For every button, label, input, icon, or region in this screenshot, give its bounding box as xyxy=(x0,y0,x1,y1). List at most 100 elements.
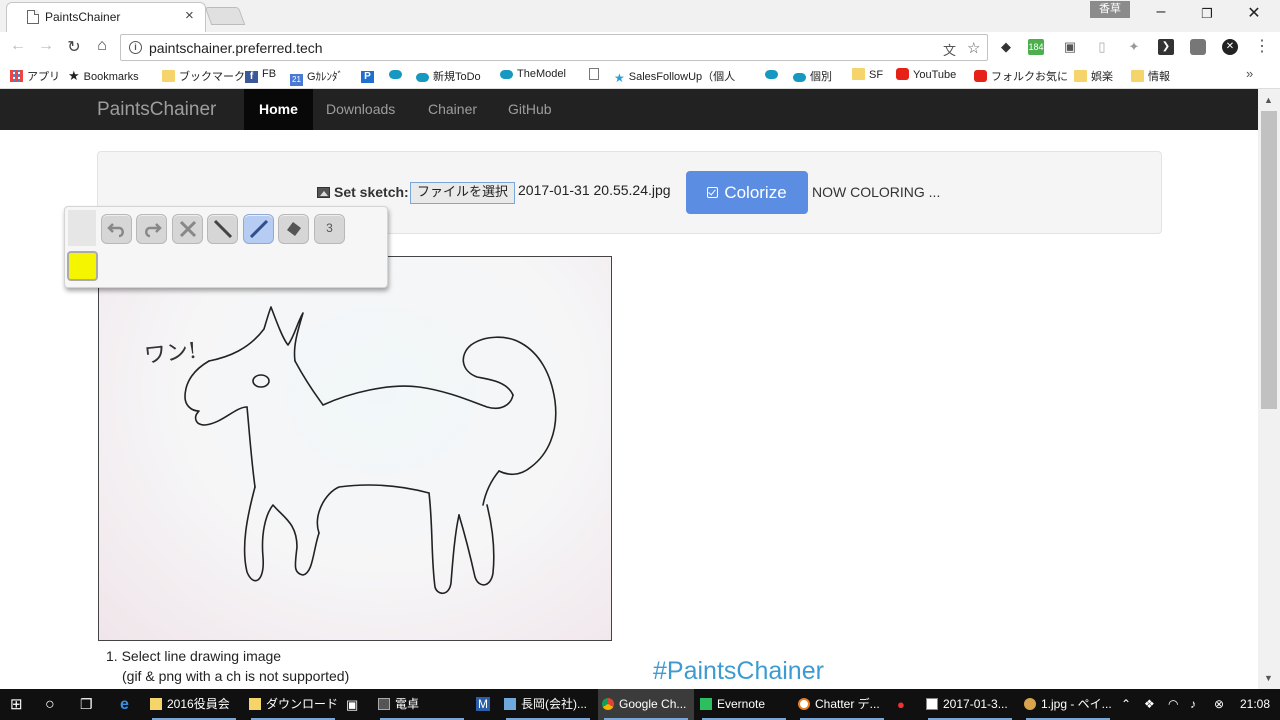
info-icon[interactable]: i xyxy=(129,41,142,54)
page-extension-icon[interactable]: ▯ xyxy=(1094,39,1110,55)
salesforce-cloud-icon xyxy=(765,70,778,79)
taskbar-item-nagaoka[interactable]: 長岡(会社)... xyxy=(500,689,596,720)
nav-home[interactable]: Home xyxy=(244,89,313,130)
nav-github[interactable]: GitHub xyxy=(493,89,567,130)
task-view-icon[interactable]: ❐ xyxy=(80,689,93,720)
eraser-tool-button[interactable] xyxy=(278,214,309,244)
cortana-icon[interactable]: ○ xyxy=(45,689,55,720)
dog-line-drawing: ワン! xyxy=(143,306,557,595)
taskbar-clock[interactable]: 21:08 xyxy=(1240,689,1270,720)
bookmark-p[interactable]: P xyxy=(361,68,378,83)
bookmark-star-icon[interactable]: ☆ xyxy=(967,39,980,57)
bookmark-salesforce-2[interactable] xyxy=(765,68,782,80)
youtube-icon xyxy=(974,70,987,82)
bookmark-bookmark-jp[interactable]: ブックマーク xyxy=(162,68,245,84)
bookmark-themodel[interactable]: TheModel xyxy=(500,68,566,80)
bookmark-salesfollowup[interactable]: ★ SalesFollowUp（個人 xyxy=(614,68,735,85)
taskbar-item-chatter[interactable]: Chatter デ... xyxy=(794,689,890,720)
reload-icon[interactable]: ↻ xyxy=(64,37,84,57)
hashtag-link[interactable]: #PaintsChainer xyxy=(653,657,824,686)
page-icon xyxy=(27,10,39,24)
terminal-extension-icon[interactable]: ❯ xyxy=(1158,39,1174,55)
bookmark-kobetsu[interactable]: 個別 xyxy=(793,68,832,84)
tab-close-icon[interactable]: × xyxy=(185,7,194,24)
taskbar-item-paint[interactable]: 1.jpg - ペイ... xyxy=(1020,689,1116,720)
brush-tool-button[interactable] xyxy=(243,214,274,244)
bookmark-bookmarks[interactable]: ★ Bookmarks xyxy=(68,68,139,84)
scroll-down-icon[interactable]: ▼ xyxy=(1264,673,1273,683)
taskbar-item-meeting[interactable]: 2016役員会 xyxy=(146,689,242,720)
file-select-button[interactable]: ファイルを選択 xyxy=(410,182,515,204)
dropbox-icon[interactable]: ❖ xyxy=(1144,689,1155,720)
youtube-icon xyxy=(896,68,909,80)
browser-tab[interactable]: PaintsChainer × xyxy=(6,2,206,32)
bookmark-youtube[interactable]: YouTube xyxy=(896,68,956,81)
bookmark-new-todo[interactable]: 新規ToDo xyxy=(416,68,481,84)
p-icon: P xyxy=(361,71,374,83)
sketch-canvas[interactable]: ワン! xyxy=(98,256,612,641)
store-icon[interactable]: ▣ xyxy=(346,689,358,720)
colorize-button[interactable]: Colorize xyxy=(686,171,808,214)
square-extension-icon[interactable] xyxy=(1190,39,1206,55)
bookmark-joho[interactable]: 情報 xyxy=(1131,68,1170,84)
taskbar-item-downloads[interactable]: ダウンロード xyxy=(245,689,341,720)
new-tab-button[interactable] xyxy=(204,7,246,25)
bookmark-sf[interactable]: SF xyxy=(852,68,883,81)
apps-grid-icon xyxy=(10,70,23,82)
back-icon[interactable]: ← xyxy=(8,37,28,55)
tray-overflow-icon[interactable]: ⌃ xyxy=(1121,689,1131,720)
photo-icon xyxy=(926,698,938,710)
evernote-extension-icon[interactable]: ◆ xyxy=(998,39,1014,55)
translate-icon[interactable]: 文 xyxy=(943,40,956,59)
scrollbar-thumb[interactable] xyxy=(1261,111,1277,409)
taskbar-item-calculator[interactable]: 電卓 xyxy=(374,689,470,720)
profile-extension-icon[interactable]: ✕ xyxy=(1222,39,1238,55)
tomato-app-icon[interactable]: ● xyxy=(897,689,905,720)
scroll-up-icon[interactable]: ▲ xyxy=(1264,95,1273,105)
color-swatch[interactable] xyxy=(67,251,98,281)
wifi-icon[interactable]: ◠ xyxy=(1168,689,1178,720)
bookmark-fb[interactable]: f FB xyxy=(245,68,276,83)
restore-icon[interactable]: ❐ xyxy=(1192,6,1222,22)
address-bar[interactable]: i paintschainer.preferred.tech 文 ☆ xyxy=(120,34,988,61)
bookmarks-overflow-icon[interactable]: » xyxy=(1246,66,1253,81)
pen-tool-button[interactable] xyxy=(207,214,238,244)
check-square-icon xyxy=(707,187,719,198)
clear-button[interactable] xyxy=(172,214,203,244)
close-window-icon[interactable]: ✕ xyxy=(1239,3,1269,23)
undo-button[interactable] xyxy=(101,214,132,244)
nav-downloads[interactable]: Downloads xyxy=(311,89,410,130)
bookmark-goraku[interactable]: 娯楽 xyxy=(1074,68,1113,84)
bookmark-page[interactable] xyxy=(589,68,603,81)
windows-start-icon[interactable]: ⊞ xyxy=(10,689,23,720)
taskbar-item-evernote[interactable]: Evernote xyxy=(696,689,792,720)
site-brand[interactable]: PaintsChainer xyxy=(97,99,216,121)
page-scrollbar[interactable]: ▲ ▼ xyxy=(1258,89,1280,689)
taskbar-item-photo[interactable]: 2017-01-3... xyxy=(922,689,1018,720)
bookmark-gcal[interactable]: 21 Gｶﾚﾝﾀﾞ xyxy=(290,68,343,86)
menu-icon[interactable]: ⋮ xyxy=(1254,39,1270,55)
puzzle-extension-icon[interactable]: ✦ xyxy=(1126,39,1142,55)
notification-off-icon[interactable]: ⊗ xyxy=(1214,689,1224,720)
page-icon xyxy=(589,68,599,80)
redo-button[interactable] xyxy=(136,214,167,244)
brush-size-select[interactable]: 3 xyxy=(314,214,345,244)
folder-icon xyxy=(162,70,175,82)
palette-drag-handle[interactable] xyxy=(68,210,96,246)
mail-app-icon[interactable]: M xyxy=(476,697,490,711)
taskbar-item-chrome[interactable]: Google Ch... xyxy=(598,689,694,720)
extension-badge[interactable]: 184 xyxy=(1028,39,1044,55)
camera-extension-icon[interactable]: ▣ xyxy=(1062,39,1078,55)
bookmark-salesforce-1[interactable] xyxy=(389,68,406,80)
folder-icon xyxy=(150,698,162,710)
minimize-icon[interactable]: – xyxy=(1146,3,1176,21)
nav-chainer[interactable]: Chainer xyxy=(413,89,492,130)
site-navbar: PaintsChainer Home Downloads Chainer Git… xyxy=(0,89,1258,130)
home-icon[interactable]: ⌂ xyxy=(92,37,112,55)
edge-icon[interactable]: e xyxy=(120,689,129,720)
forward-icon[interactable]: → xyxy=(36,37,56,55)
bookmark-volk[interactable]: フォルクお気に xyxy=(974,68,1068,84)
bookmark-apps[interactable]: アプリ xyxy=(10,68,60,84)
coloring-status: NOW COLORING ... xyxy=(812,184,941,200)
volume-icon[interactable]: ♪ xyxy=(1190,689,1196,720)
